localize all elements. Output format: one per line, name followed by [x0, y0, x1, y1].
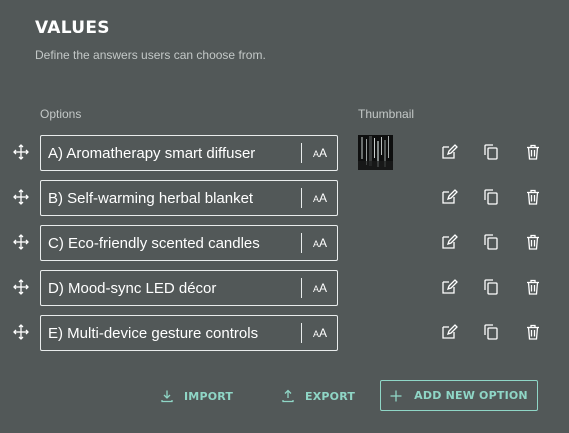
text-size-big: A	[319, 146, 328, 160]
option-thumbnail[interactable]	[358, 135, 393, 170]
text-size-big: A	[319, 281, 328, 295]
option-row: AA	[0, 315, 569, 351]
section-subtitle: Define the answers users can choose from…	[35, 48, 266, 62]
text-size-big: A	[319, 236, 328, 250]
options-column-header: Options	[40, 107, 82, 121]
field-divider	[301, 278, 302, 298]
section-title: VALUES	[35, 18, 110, 38]
duplicate-icon[interactable]	[482, 143, 500, 161]
edit-pencil-icon[interactable]	[440, 143, 458, 161]
option-field: AA	[40, 180, 338, 216]
field-divider	[301, 323, 302, 343]
move-arrows-icon[interactable]	[12, 278, 30, 296]
edit-pencil-icon[interactable]	[440, 188, 458, 206]
upload-icon	[281, 389, 295, 403]
import-button[interactable]: IMPORT	[160, 382, 233, 410]
edit-pencil-icon[interactable]	[440, 323, 458, 341]
option-field: AA	[40, 135, 338, 171]
field-divider	[301, 233, 302, 253]
trash-icon[interactable]	[524, 188, 542, 206]
option-field: AA	[40, 270, 338, 306]
option-input[interactable]	[41, 181, 297, 215]
text-size-icon[interactable]: AA	[309, 324, 331, 342]
export-label: EXPORT	[305, 389, 356, 403]
trash-icon[interactable]	[524, 278, 542, 296]
duplicate-icon[interactable]	[482, 323, 500, 341]
add-new-option-button[interactable]: ADD NEW OPTION	[380, 380, 538, 411]
export-button[interactable]: EXPORT	[281, 382, 355, 410]
trash-icon[interactable]	[524, 323, 542, 341]
download-icon	[160, 389, 174, 403]
text-size-icon[interactable]: AA	[309, 234, 331, 252]
option-row: AA	[0, 225, 569, 261]
edit-pencil-icon[interactable]	[440, 278, 458, 296]
plus-icon	[390, 390, 402, 402]
option-input[interactable]	[41, 316, 297, 350]
option-input[interactable]	[41, 136, 297, 170]
text-size-icon[interactable]: AA	[309, 279, 331, 297]
thumbnail-column-header: Thumbnail	[358, 107, 415, 121]
option-row: AA	[0, 180, 569, 216]
option-input[interactable]	[41, 271, 297, 305]
option-field: AA	[40, 315, 338, 351]
trash-icon[interactable]	[524, 233, 542, 251]
option-input[interactable]	[41, 226, 297, 260]
text-size-icon[interactable]: AA	[309, 144, 331, 162]
duplicate-icon[interactable]	[482, 188, 500, 206]
option-field: AA	[40, 225, 338, 261]
edit-pencil-icon[interactable]	[440, 233, 458, 251]
move-arrows-icon[interactable]	[12, 323, 30, 341]
move-arrows-icon[interactable]	[12, 188, 30, 206]
field-divider	[301, 143, 302, 163]
move-arrows-icon[interactable]	[12, 143, 30, 161]
text-size-icon[interactable]: AA	[309, 189, 331, 207]
duplicate-icon[interactable]	[482, 233, 500, 251]
add-new-option-label: ADD NEW OPTION	[414, 389, 528, 402]
option-row: AA	[0, 135, 569, 171]
field-divider	[301, 188, 302, 208]
trash-icon[interactable]	[524, 143, 542, 161]
text-size-big: A	[319, 191, 328, 205]
text-size-big: A	[319, 326, 328, 340]
move-arrows-icon[interactable]	[12, 233, 30, 251]
import-label: IMPORT	[184, 389, 234, 403]
duplicate-icon[interactable]	[482, 278, 500, 296]
option-row: AA	[0, 270, 569, 306]
